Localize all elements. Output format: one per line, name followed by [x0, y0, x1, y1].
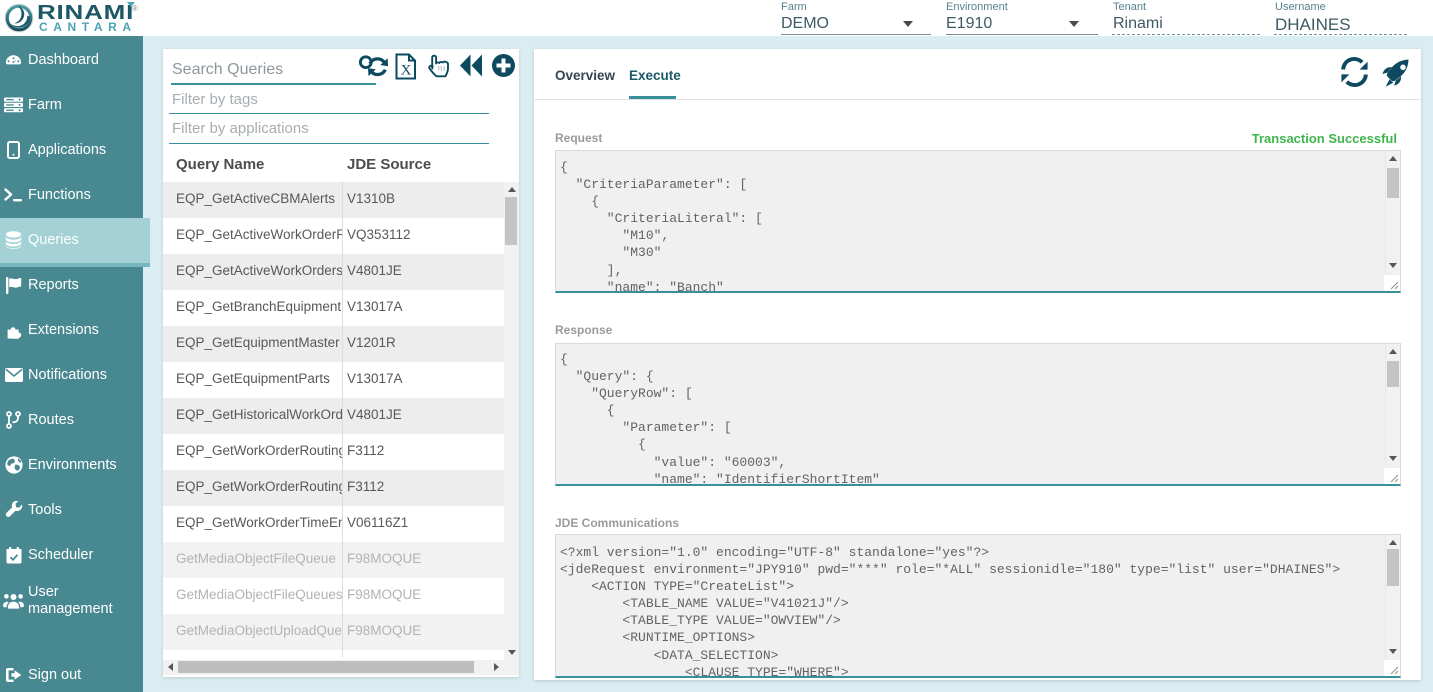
svg-text:X: X	[401, 63, 412, 79]
